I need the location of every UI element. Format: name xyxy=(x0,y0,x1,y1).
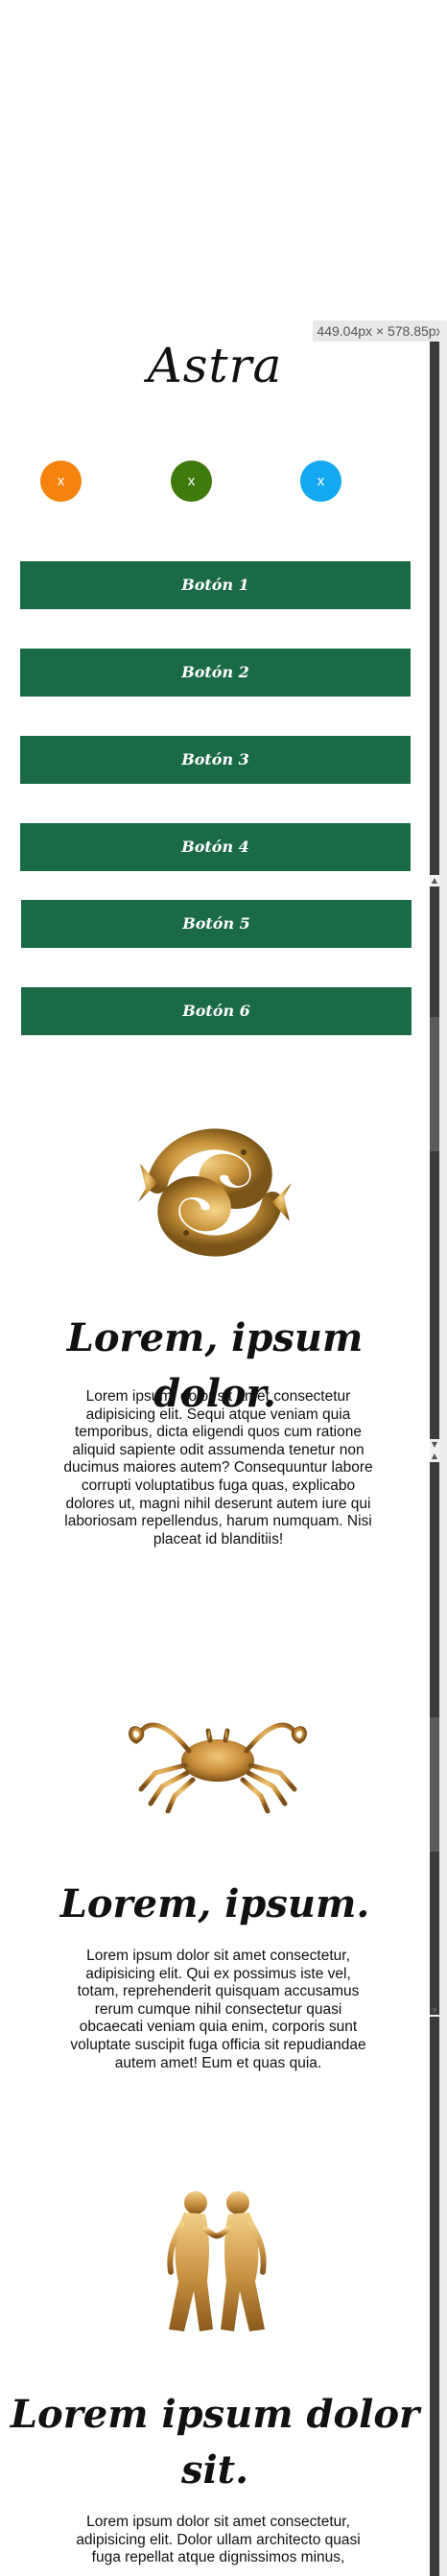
button-3[interactable]: Botón 3 xyxy=(20,736,411,784)
button-1[interactable]: Botón 1 xyxy=(20,561,411,609)
scrollbar-thumb-2[interactable] xyxy=(430,886,439,1439)
scroll-down-arrow-2[interactable]: ▼ xyxy=(430,2005,439,2017)
section-2-title: Lorem, ipsum. xyxy=(59,1881,370,1926)
section-2-text: Lorem ipsum dolor sit amet consectetur, … xyxy=(70,1948,366,2071)
scrollbar-thumb-4[interactable] xyxy=(430,2017,439,2576)
scrollbar-thumb-1[interactable] xyxy=(430,342,439,875)
scrollbar-segment xyxy=(430,1017,439,1151)
pisces-icon xyxy=(0,1121,430,1264)
section-3-text: Lorem ipsum dolor sit amet consectetur, … xyxy=(76,2514,361,2566)
cancer-crab-icon xyxy=(0,1698,430,1814)
button-2[interactable]: Botón 2 xyxy=(20,649,411,697)
social-button-green[interactable]: x xyxy=(171,461,212,502)
section-1-text: Lorem ipsum, dolor sit amet consectetur … xyxy=(63,1388,373,1548)
scroll-down-arrow-1[interactable]: ▼ xyxy=(430,1439,439,1451)
scroll-up-arrow-1[interactable]: ▲ xyxy=(430,875,439,886)
gemini-icon xyxy=(0,2186,430,2339)
button-5[interactable]: Botón 5 xyxy=(21,900,412,948)
section-3-title: Lorem ipsum dolor sit. xyxy=(10,2392,420,2493)
social-button-blue[interactable]: x xyxy=(300,461,341,502)
site-title: Astra xyxy=(147,338,283,393)
button-4[interactable]: Botón 4 xyxy=(20,823,411,871)
scroll-up-arrow-2[interactable]: ▲ xyxy=(430,1451,439,1462)
button-6[interactable]: Botón 6 xyxy=(21,987,412,1035)
scrollbar-segment-2 xyxy=(430,1717,439,1852)
outer-scroll-strip xyxy=(439,320,447,2576)
social-button-orange[interactable]: x xyxy=(40,461,82,502)
